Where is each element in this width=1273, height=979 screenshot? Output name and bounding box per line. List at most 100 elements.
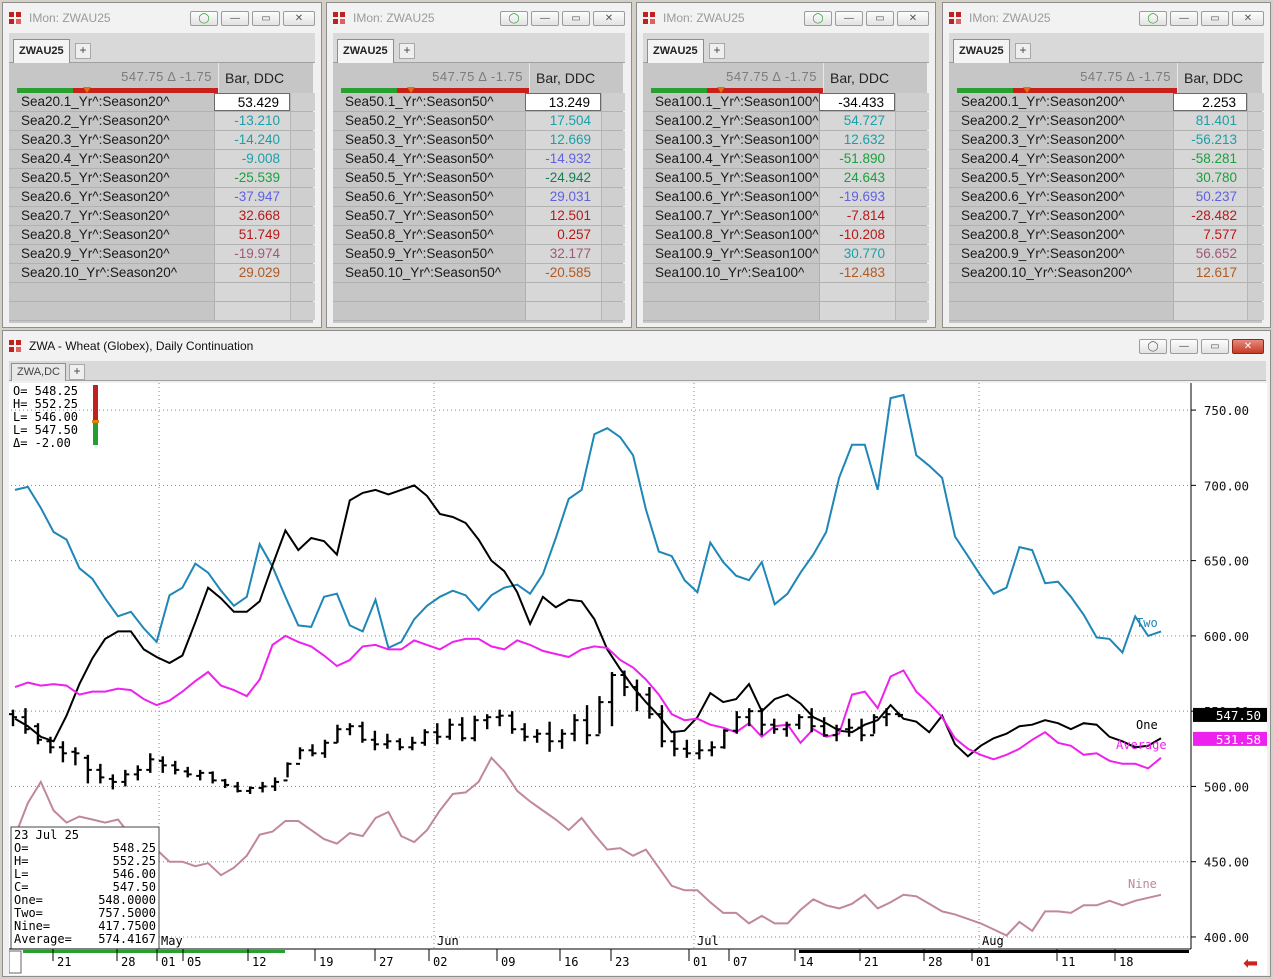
table-row[interactable]: Sea50.9_Yr^:Season50^ 32.177	[333, 245, 625, 264]
close-button[interactable]: ✕	[1232, 339, 1264, 354]
row-value[interactable]: -9.008	[214, 150, 290, 168]
row-value[interactable]: 2.253	[1173, 93, 1247, 111]
row-value[interactable]: -7.814	[819, 207, 895, 225]
row-value[interactable]: 30.770	[819, 245, 895, 263]
table-row[interactable]: Sea50.1_Yr^:Season50^ 13.249	[333, 93, 625, 112]
add-tab-button[interactable]: +	[399, 43, 415, 59]
table-row[interactable]: Sea20.4_Yr^:Season20^ -9.008	[9, 150, 315, 169]
row-value[interactable]: 29.031	[525, 188, 601, 206]
table-row[interactable]: Sea100.3_Yr^:Season100^ 12.632	[643, 131, 929, 150]
row-value[interactable]: -13.210	[214, 112, 290, 130]
table-row[interactable]: Sea100.4_Yr^:Season100^ -51.890	[643, 150, 929, 169]
table-row[interactable]: Sea200.5_Yr^:Season200^ 30.780	[949, 169, 1264, 188]
row-value[interactable]: 56.652	[1173, 245, 1247, 263]
row-value[interactable]: 50.237	[1173, 188, 1247, 206]
table-row[interactable]: Sea50.3_Yr^:Season50^ 12.669	[333, 131, 625, 150]
table-row[interactable]: Sea200.4_Yr^:Season200^ -58.281	[949, 150, 1264, 169]
row-value[interactable]: 53.429	[214, 93, 290, 111]
table-row[interactable]: Sea20.10_Yr^:Season20^ 29.029	[9, 264, 315, 283]
row-value[interactable]: 51.749	[214, 226, 290, 244]
row-value[interactable]: -19.693	[819, 188, 895, 206]
minimize-button[interactable]: —	[1170, 11, 1198, 26]
column-header[interactable]: Bar, DDC	[529, 63, 625, 93]
table-row[interactable]: Sea20.8_Yr^:Season20^ 51.749	[9, 226, 315, 245]
minimize-button[interactable]: —	[835, 11, 863, 26]
table-row[interactable]: Sea20.2_Yr^:Season20^ -13.210	[9, 112, 315, 131]
maximize-button[interactable]: ▭	[1201, 11, 1229, 26]
table-row[interactable]: Sea100.7_Yr^:Season100^ -7.814	[643, 207, 929, 226]
table-row[interactable]: Sea20.3_Yr^:Season20^ -14.240	[9, 131, 315, 150]
row-value[interactable]: 24.643	[819, 169, 895, 187]
table-row[interactable]: Sea100.6_Yr^:Season100^ -19.693	[643, 188, 929, 207]
maximize-button[interactable]: ▭	[866, 11, 894, 26]
row-value[interactable]: -58.281	[1173, 150, 1247, 168]
row-value[interactable]: -19.974	[214, 245, 290, 263]
row-value[interactable]: 12.669	[525, 131, 601, 149]
row-value[interactable]: -56.213	[1173, 131, 1247, 149]
minimize-button[interactable]: —	[221, 11, 249, 26]
table-row[interactable]: Sea200.2_Yr^:Season200^ 81.401	[949, 112, 1264, 131]
row-value[interactable]: -10.208	[819, 226, 895, 244]
link-icon[interactable]: ◯	[1139, 11, 1167, 26]
row-value[interactable]: -14.932	[525, 150, 601, 168]
table-row[interactable]: Sea50.8_Yr^:Season50^ 0.257	[333, 226, 625, 245]
tab-zwau25[interactable]: ZWAU25	[953, 39, 1010, 63]
table-row[interactable]: Sea20.6_Yr^:Season20^ -37.947	[9, 188, 315, 207]
table-row[interactable]: Sea20.7_Yr^:Season20^ 32.668	[9, 207, 315, 226]
monitor-titlebar[interactable]: IMon: ZWAU25 ◯ — ▭ ✕	[327, 3, 631, 33]
row-value[interactable]: -34.433	[819, 93, 895, 111]
table-row[interactable]: Sea20.1_Yr^:Season20^ 53.429	[9, 93, 315, 112]
table-row[interactable]: Sea200.6_Yr^:Season200^ 50.237	[949, 188, 1264, 207]
table-row[interactable]: Sea200.9_Yr^:Season200^ 56.652	[949, 245, 1264, 264]
add-tab-button[interactable]: +	[69, 364, 85, 380]
row-value[interactable]: 12.632	[819, 131, 895, 149]
row-value[interactable]: -14.240	[214, 131, 290, 149]
table-row[interactable]: Sea100.9_Yr^:Season100^ 30.770	[643, 245, 929, 264]
minimize-button[interactable]: —	[1170, 339, 1198, 354]
table-row[interactable]: Sea100.2_Yr^:Season100^ 54.727	[643, 112, 929, 131]
minimize-button[interactable]: —	[531, 11, 559, 26]
table-row[interactable]: Sea200.7_Yr^:Season200^ -28.482	[949, 207, 1264, 226]
row-value[interactable]: 7.577	[1173, 226, 1247, 244]
table-row[interactable]: Sea200.3_Yr^:Season200^ -56.213	[949, 131, 1264, 150]
monitor-titlebar[interactable]: IMon: ZWAU25 ◯ — ▭ ✕	[637, 3, 935, 33]
table-row[interactable]: Sea100.10_Yr^:Sea100^ -12.483	[643, 264, 929, 283]
close-button[interactable]: ✕	[1232, 11, 1264, 26]
link-icon[interactable]: ◯	[804, 11, 832, 26]
table-row[interactable]: Sea100.8_Yr^:Season100^ -10.208	[643, 226, 929, 245]
row-value[interactable]: -37.947	[214, 188, 290, 206]
table-row[interactable]: Sea100.1_Yr^:Season100^ -34.433	[643, 93, 929, 112]
maximize-button[interactable]: ▭	[1201, 339, 1229, 354]
table-row[interactable]: Sea200.10_Yr^:Season200^ 12.617	[949, 264, 1264, 283]
row-value[interactable]: 12.501	[525, 207, 601, 225]
row-value[interactable]: 81.401	[1173, 112, 1247, 130]
add-tab-button[interactable]: +	[1015, 43, 1031, 59]
column-header[interactable]: Bar, DDC	[218, 63, 315, 93]
link-icon[interactable]: ◯	[190, 11, 218, 26]
row-value[interactable]: 0.257	[525, 226, 601, 244]
table-row[interactable]: Sea50.6_Yr^:Season50^ 29.031	[333, 188, 625, 207]
tab-zwau25[interactable]: ZWAU25	[337, 39, 394, 63]
chart-titlebar[interactable]: ZWA - Wheat (Globex), Daily Continuation…	[3, 331, 1270, 361]
table-row[interactable]: Sea100.5_Yr^:Season100^ 24.643	[643, 169, 929, 188]
row-value[interactable]: -25.539	[214, 169, 290, 187]
link-icon[interactable]: ◯	[1139, 339, 1167, 354]
row-value[interactable]: 32.177	[525, 245, 601, 263]
close-button[interactable]: ✕	[283, 11, 315, 26]
row-value[interactable]: -51.890	[819, 150, 895, 168]
table-row[interactable]: Sea50.10_Yr^:Season50^ -20.585	[333, 264, 625, 283]
column-header[interactable]: Bar, DDC	[823, 63, 929, 93]
row-value[interactable]: 30.780	[1173, 169, 1247, 187]
row-value[interactable]: -24.942	[525, 169, 601, 187]
row-value[interactable]: -20.585	[525, 264, 601, 282]
price-chart[interactable]: 750.00700.00650.00600.00550.00500.00450.…	[9, 383, 1267, 975]
tab-zwau25[interactable]: ZWAU25	[13, 39, 70, 63]
table-row[interactable]: Sea200.1_Yr^:Season200^ 2.253	[949, 93, 1264, 112]
table-row[interactable]: Sea50.5_Yr^:Season50^ -24.942	[333, 169, 625, 188]
table-row[interactable]: Sea50.7_Yr^:Season50^ 12.501	[333, 207, 625, 226]
column-header[interactable]: Bar, DDC	[1177, 63, 1264, 93]
row-value[interactable]: -28.482	[1173, 207, 1247, 225]
row-value[interactable]: -12.483	[819, 264, 895, 282]
table-row[interactable]: Sea20.9_Yr^:Season20^ -19.974	[9, 245, 315, 264]
add-tab-button[interactable]: +	[75, 43, 91, 59]
